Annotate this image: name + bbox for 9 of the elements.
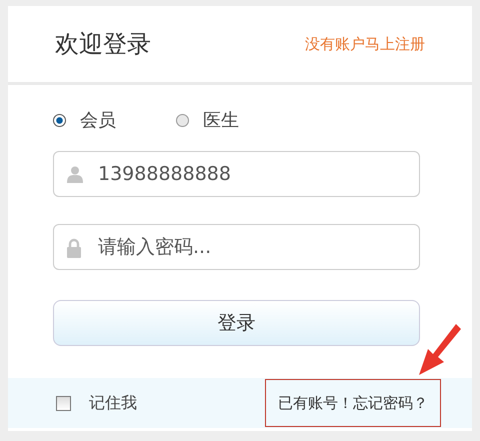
role-radio[interactable]: 医生: [176, 108, 239, 132]
pointer-arrow: [417, 324, 461, 376]
login-button[interactable]: 登录: [53, 300, 420, 346]
login-title: 欢迎登录: [55, 29, 151, 60]
role-radio[interactable]: 会员: [53, 108, 116, 132]
remember-checkbox[interactable]: 记住我: [56, 392, 137, 414]
username-field[interactable]: 13988888888: [53, 151, 420, 197]
forgot-password-link[interactable]: 已有账号！忘记密码？: [265, 379, 441, 427]
password-field[interactable]: 请输入密码...: [53, 224, 420, 270]
